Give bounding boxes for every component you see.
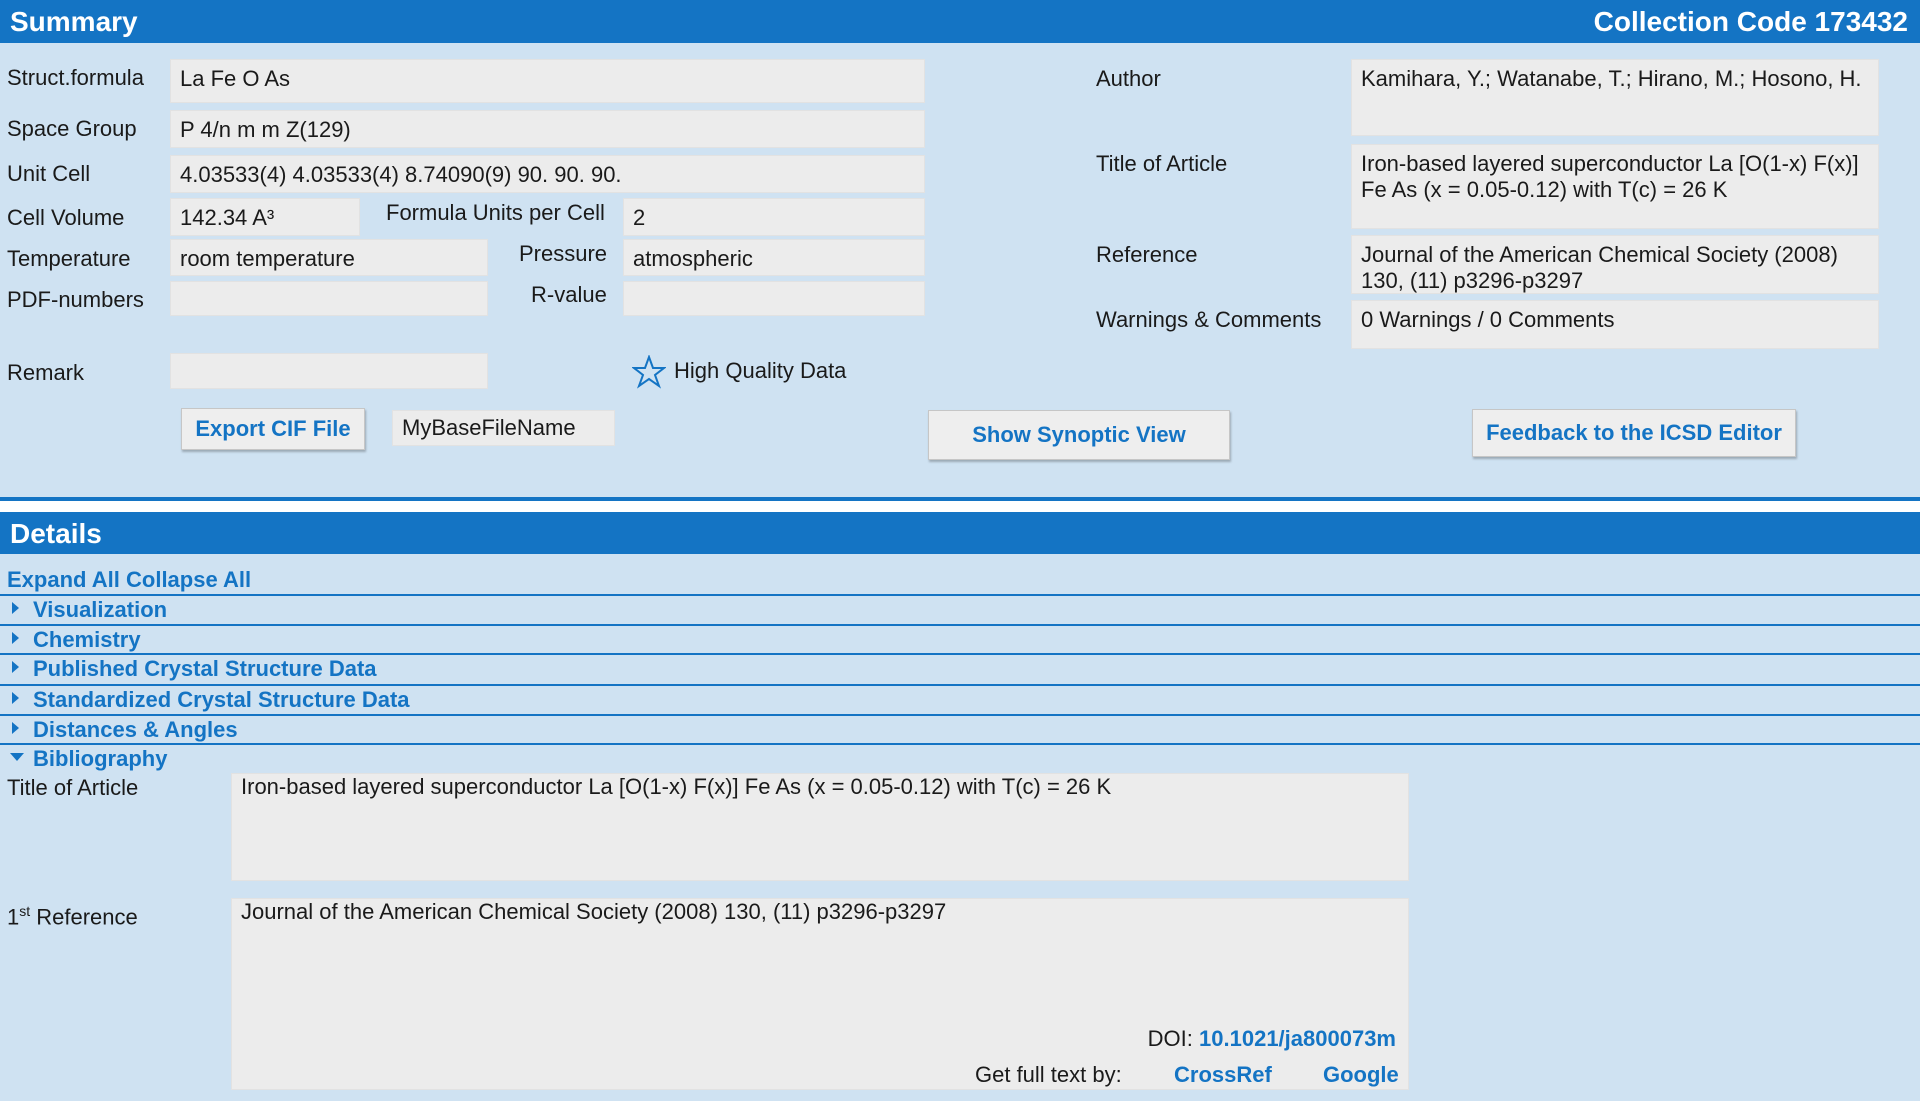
space-group-label: Space Group xyxy=(7,116,137,141)
r-value-label: R-value xyxy=(531,282,607,307)
section-separator xyxy=(0,684,1920,686)
base-filename-input[interactable]: MyBaseFileName xyxy=(392,410,615,446)
high-quality-label: High Quality Data xyxy=(674,358,847,383)
expand-collapse-row: Expand All Collapse All xyxy=(7,567,251,593)
section-chemistry[interactable]: Chemistry xyxy=(33,627,141,653)
crossref-link[interactable]: CrossRef xyxy=(1174,1062,1272,1088)
remark-field xyxy=(170,353,488,389)
expand-all-link[interactable]: Expand All xyxy=(7,567,120,592)
author-label: Author xyxy=(1096,66,1161,91)
full-text-label: Get full text by: xyxy=(975,1062,1122,1087)
cell-volume-label: Cell Volume xyxy=(7,205,125,230)
section-standardized-crystal-structure[interactable]: Standardized Crystal Structure Data xyxy=(33,687,410,713)
reference-field: Journal of the American Chemical Society… xyxy=(1351,235,1879,294)
section-separator xyxy=(0,653,1920,655)
bib-reference-text: Journal of the American Chemical Society… xyxy=(241,899,947,924)
expand-arrow-icon[interactable] xyxy=(12,661,19,673)
collapse-arrow-icon[interactable] xyxy=(10,753,24,761)
doi-label: DOI: xyxy=(1147,1026,1193,1051)
pdf-numbers-field xyxy=(170,281,488,316)
reference-label: Reference xyxy=(1096,242,1198,267)
bib-reference-field: Journal of the American Chemical Society… xyxy=(231,898,1409,1090)
collapse-all-link[interactable]: Collapse All xyxy=(126,567,251,592)
warnings-comments-field: 0 Warnings / 0 Comments xyxy=(1351,300,1879,349)
summary-title: Summary xyxy=(10,6,138,37)
expand-arrow-icon[interactable] xyxy=(12,632,19,644)
title-of-article-label: Title of Article xyxy=(1096,151,1228,176)
title-of-article-field: Iron-based layered superconductor La [O(… xyxy=(1351,144,1879,229)
expand-arrow-icon[interactable] xyxy=(12,692,19,704)
collection-code: Collection Code 173432 xyxy=(1593,6,1908,37)
section-separator xyxy=(0,594,1920,596)
cell-volume-field: 142.34 A³ xyxy=(170,198,360,236)
section-separator xyxy=(0,743,1920,745)
expand-arrow-icon[interactable] xyxy=(12,722,19,734)
remark-label: Remark xyxy=(7,360,85,385)
full-text-row: Get full text by: xyxy=(975,1062,1122,1088)
formula-units-label: Formula Units per Cell xyxy=(386,200,605,225)
formula-units-field: 2 xyxy=(623,198,925,236)
summary-header: Summary Collection Code 173432 xyxy=(0,0,1920,43)
google-link[interactable]: Google xyxy=(1323,1062,1399,1088)
warnings-comments-label: Warnings & Comments xyxy=(1096,307,1322,332)
pressure-label: Pressure xyxy=(519,241,608,266)
section-separator xyxy=(0,714,1920,716)
unit-cell-label: Unit Cell xyxy=(7,161,91,186)
temperature-label: Temperature xyxy=(7,246,131,271)
section-separator xyxy=(0,624,1920,626)
export-cif-button[interactable]: Export CIF File xyxy=(181,408,365,450)
doi-link[interactable]: 10.1021/ja800073m xyxy=(1199,1026,1396,1051)
pressure-field: atmospheric xyxy=(623,239,925,276)
section-bibliography[interactable]: Bibliography xyxy=(33,746,167,772)
section-visualization[interactable]: Visualization xyxy=(33,597,167,623)
space-group-field: P 4/n m m Z(129) xyxy=(170,110,925,148)
struct-formula-label: Struct.formula xyxy=(7,65,144,90)
section-divider-line xyxy=(0,497,1920,501)
doi-row: DOI: 10.1021/ja800073m xyxy=(1148,1026,1396,1052)
expand-arrow-icon[interactable] xyxy=(12,602,19,614)
bib-title-field: Iron-based layered superconductor La [O(… xyxy=(231,773,1409,881)
pdf-numbers-label: PDF-numbers xyxy=(7,287,144,312)
r-value-field xyxy=(623,281,925,316)
section-published-crystal-structure[interactable]: Published Crystal Structure Data xyxy=(33,656,377,682)
details-header: Details xyxy=(0,512,1920,554)
author-field: Kamihara, Y.; Watanabe, T.; Hirano, M.; … xyxy=(1351,59,1879,136)
show-synoptic-view-button[interactable]: Show Synoptic View xyxy=(928,410,1230,460)
section-distances-angles[interactable]: Distances & Angles xyxy=(33,717,238,743)
details-title: Details xyxy=(10,518,102,549)
bib-reference-label: 1st Reference xyxy=(7,903,138,930)
unit-cell-field: 4.03533(4) 4.03533(4) 8.74090(9) 90. 90.… xyxy=(170,155,925,193)
struct-formula-field: La Fe O As xyxy=(170,59,925,103)
feedback-editor-button[interactable]: Feedback to the ICSD Editor xyxy=(1472,409,1796,457)
star-icon xyxy=(631,354,667,389)
temperature-field: room temperature xyxy=(170,239,488,276)
bib-title-label: Title of Article xyxy=(7,775,139,800)
